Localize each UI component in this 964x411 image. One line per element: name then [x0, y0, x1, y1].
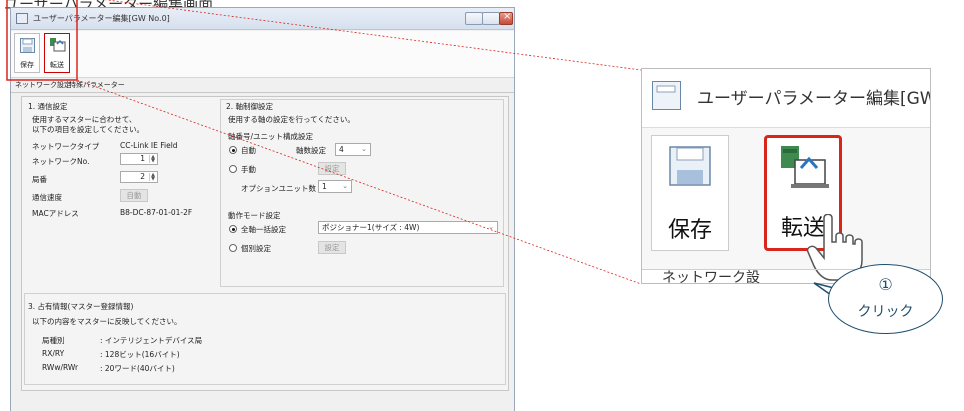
- callout-number: ①: [878, 275, 893, 294]
- callout-text: クリック: [857, 304, 914, 320]
- click-callout: ① クリック: [828, 264, 943, 334]
- callout-tail-layer: [813, 282, 851, 301]
